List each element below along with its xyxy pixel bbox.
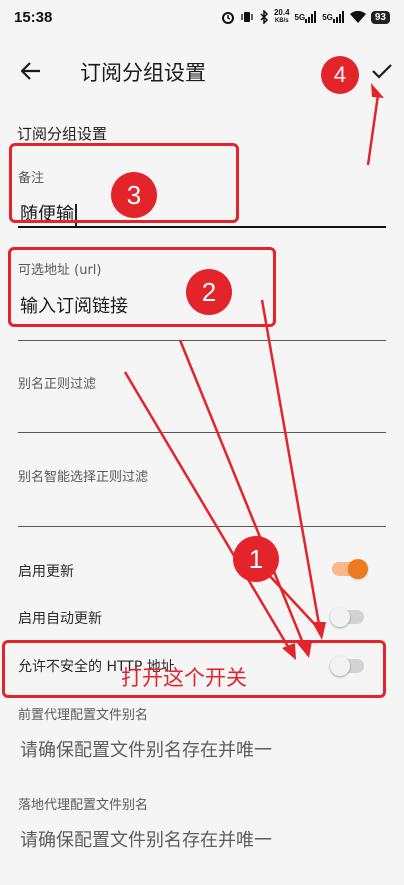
check-icon	[372, 64, 392, 79]
prev-proxy-label: 前置代理配置文件别名	[18, 708, 149, 723]
alias-regex-input[interactable]	[18, 432, 386, 433]
back-button[interactable]	[14, 54, 48, 88]
alias-regex-label: 别名正则过滤	[18, 377, 97, 392]
bluetooth-icon	[259, 10, 269, 24]
toggle-label-auto-update: 启用自动更新	[18, 611, 102, 627]
annotation-badge-2: 2	[186, 269, 232, 315]
prev-proxy-input[interactable]: 请确保配置文件别名存在并唯一	[20, 736, 272, 762]
alarm-icon	[221, 10, 235, 24]
enable-update-switch[interactable]	[330, 558, 368, 580]
alias-smart-regex-input[interactable]	[18, 526, 386, 527]
net-speed: 20.4 KB/s	[273, 8, 290, 25]
status-time: 15:38	[14, 8, 53, 26]
landing-proxy-label: 落地代理配置文件别名	[18, 798, 149, 813]
remark-underline	[18, 226, 386, 228]
landing-proxy-input[interactable]: 请确保配置文件别名存在并唯一	[20, 826, 272, 852]
alias-smart-regex-label: 别名智能选择正则过滤	[18, 470, 149, 485]
status-bar: 15:38 20.4 KB/s 5G 5G 93	[0, 0, 404, 34]
signal-icon-sim2: 5G	[322, 11, 345, 23]
url-underline	[18, 340, 386, 341]
annotation-badge-1: 1	[233, 536, 279, 582]
battery-indicator: 93	[370, 10, 390, 24]
annotation-badge-3: 3	[111, 172, 157, 218]
annotation-box-url	[8, 247, 276, 327]
status-icons: 20.4 KB/s 5G 5G 93	[221, 9, 390, 25]
toggle-label-enable-update: 启用更新	[18, 564, 74, 580]
confirm-button[interactable]	[366, 54, 398, 88]
arrow-left-icon	[21, 62, 40, 80]
section-title: 订阅分组设置	[17, 125, 108, 143]
vibrate-icon	[240, 10, 254, 24]
annotation-badge-4: 4	[321, 56, 359, 94]
wifi-icon	[349, 10, 366, 24]
auto-update-switch[interactable]	[330, 606, 368, 628]
annotation-note: 打开这个开关	[121, 666, 247, 690]
page-title: 订阅分组设置	[80, 61, 206, 85]
signal-icon-sim1: 5G	[295, 11, 318, 23]
